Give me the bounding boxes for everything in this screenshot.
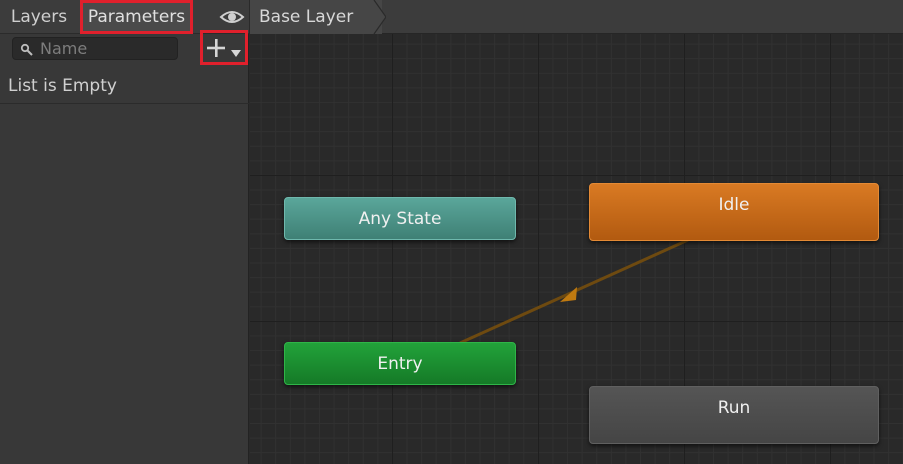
eye-icon[interactable] bbox=[218, 6, 246, 28]
tab-layers[interactable]: Layers bbox=[0, 0, 78, 34]
breadcrumb-item-base-layer[interactable]: Base Layer bbox=[250, 0, 382, 34]
breadcrumb-label: Base Layer bbox=[259, 7, 354, 27]
search-field[interactable] bbox=[12, 37, 178, 60]
search-icon bbox=[20, 42, 34, 56]
empty-list-message: List is Empty bbox=[0, 69, 249, 104]
state-entry[interactable]: Entry bbox=[284, 342, 516, 385]
state-idle[interactable]: Idle bbox=[589, 183, 879, 241]
search-input[interactable] bbox=[40, 38, 174, 59]
dropdown-arrow-icon bbox=[230, 43, 242, 57]
tab-parameters[interactable]: Parameters bbox=[80, 0, 193, 34]
add-parameter-button[interactable] bbox=[200, 30, 248, 65]
plus-icon bbox=[206, 38, 226, 58]
panel-tabbar: Layers Parameters bbox=[0, 0, 249, 34]
state-run[interactable]: Run bbox=[589, 386, 879, 444]
breadcrumb-separator-icon bbox=[368, 0, 386, 34]
parameters-panel: Layers Parameters Name List is Empty bbox=[0, 0, 249, 464]
state-any-state[interactable]: Any State bbox=[284, 197, 516, 240]
breadcrumb: Base Layer bbox=[250, 0, 903, 34]
